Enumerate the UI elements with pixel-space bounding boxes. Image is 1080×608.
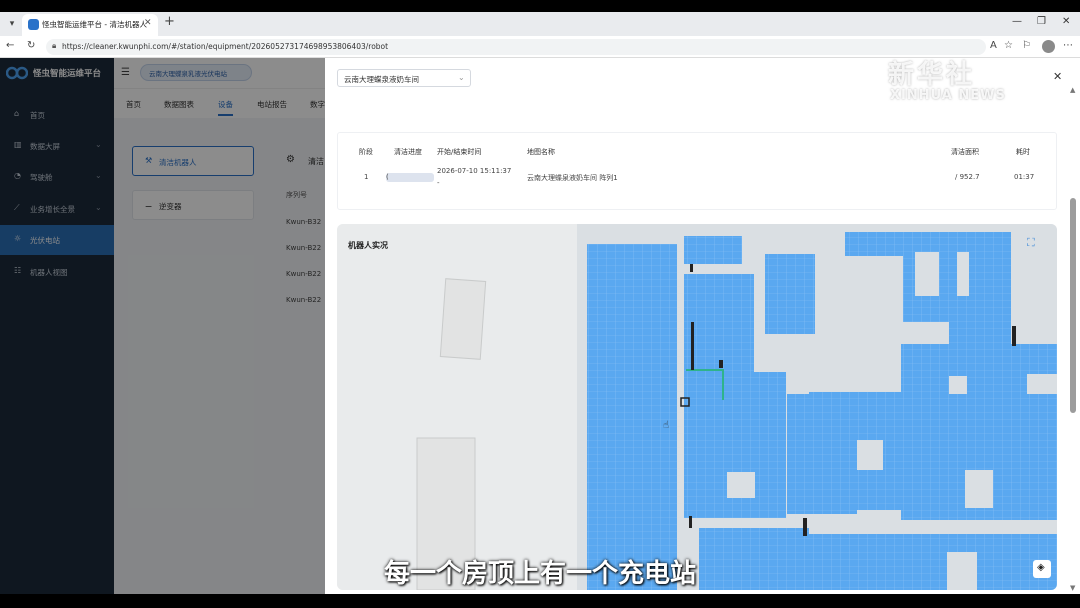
roof-gap: [857, 440, 883, 470]
solar-panel-map[interactable]: [337, 224, 1057, 590]
read-aloud-icon[interactable]: A: [990, 40, 997, 51]
workshop-select[interactable]: 云南大理蝶泉液奶车间 ⌄: [337, 69, 471, 87]
chevron-down-icon: ⌄: [458, 73, 465, 82]
app-window: ▾ 怪虫智能运维平台 - 清洁机器人 ✕ + — ❐ ✕ ← ↻ 🔒︎ http…: [0, 12, 1080, 594]
robot-detail-drawer: 云南大理蝶泉液奶车间 ⌄ ✕ 阶段 清洁进度 开始/结束时间 地图名称 清洁面积…: [325, 58, 1080, 594]
new-tab-plus-icon[interactable]: +: [164, 14, 175, 29]
charging-station-marker: [691, 322, 694, 370]
area-cell: / 952.7: [955, 173, 980, 181]
solar-array: [684, 274, 754, 372]
url-field[interactable]: 🔒︎ https://cleaner.kwunphi.com/#/station…: [46, 39, 986, 55]
column-header: 清洁进度: [394, 148, 422, 156]
charging-station-marker: [689, 516, 692, 528]
cleaning-task-table: 阶段 清洁进度 开始/结束时间 地图名称 清洁面积 耗时 1 ( 2026-07…: [337, 132, 1057, 210]
back-arrow-icon[interactable]: ←: [6, 40, 14, 51]
tab-close-icon[interactable]: ✕: [144, 18, 152, 28]
progress-prefix: (: [386, 173, 389, 181]
favorite-star-icon[interactable]: ☆: [1004, 40, 1013, 51]
roof-gap: [915, 252, 939, 296]
profile-avatar[interactable]: [1042, 40, 1055, 53]
charging-station-marker: [1012, 326, 1016, 346]
workshop-select-value: 云南大理蝶泉液奶车间: [344, 75, 419, 84]
start-time-cell: 2026-07-10 15:11:37: [437, 167, 512, 175]
charging-station-marker: [803, 518, 807, 536]
solar-array: [587, 244, 677, 590]
cleaning-progress-bar: [386, 173, 434, 182]
url-text: https://cleaner.kwunphi.com/#/station/eq…: [62, 42, 389, 51]
map-title: 机器人实况: [348, 241, 388, 250]
solar-array: [949, 320, 1011, 344]
more-menu-icon[interactable]: ⋯: [1063, 40, 1073, 51]
cleaning-progress-fill: [386, 173, 434, 182]
browser-tab-bar: ▾ 怪虫智能运维平台 - 清洁机器人 ✕ + — ❐ ✕: [0, 12, 1080, 36]
scroll-up-icon[interactable]: ▲: [1070, 86, 1075, 94]
tab-title: 怪虫智能运维平台 - 清洁机器人: [42, 20, 147, 29]
solar-array: [765, 254, 815, 334]
roof-gap: [957, 252, 969, 296]
lock-icon: 🔒︎: [52, 41, 57, 50]
site-favicon-icon: [28, 19, 39, 30]
window-close-icon[interactable]: ✕: [1062, 16, 1070, 27]
solar-array: [809, 392, 901, 510]
drawer-scrollbar[interactable]: [1070, 198, 1076, 413]
column-header: 耗时: [1016, 148, 1030, 156]
solar-array: [684, 236, 742, 264]
browser-tab[interactable]: 怪虫智能运维平台 - 清洁机器人 ✕: [22, 14, 158, 36]
watermark-cn: 新华社: [888, 60, 976, 90]
stage-cell: 1: [364, 173, 369, 181]
column-header: 阶段: [359, 148, 373, 156]
reload-icon[interactable]: ↻: [27, 40, 35, 51]
column-header: 开始/结束时间: [437, 148, 482, 156]
watermark-en: XINHUA NEWS: [890, 88, 1006, 103]
roof-walkway: [809, 520, 1057, 528]
robot-live-map[interactable]: 机器人实况 ⛶ ☝ ◈: [337, 224, 1057, 590]
column-header: 地图名称: [527, 148, 555, 156]
tab-list-chevron-icon[interactable]: ▾: [6, 18, 18, 30]
xinhua-watermark: 新华社 XINHUA NEWS: [888, 54, 1018, 110]
roof-gap: [1027, 374, 1057, 394]
video-subtitle: 每一个房顶上有一个充电站: [383, 559, 696, 589]
end-time-cell: -: [437, 179, 440, 187]
maximize-icon[interactable]: ❐: [1037, 16, 1046, 27]
roof-gap: [949, 376, 967, 394]
modal-backdrop[interactable]: [0, 58, 325, 594]
minimize-icon[interactable]: —: [1012, 16, 1022, 27]
fullscreen-icon[interactable]: ⛶: [1027, 236, 1035, 250]
duration-cell: 01:37: [1014, 173, 1035, 181]
map-name-cell: 云南大理蝶泉液奶车间 阵列1: [527, 174, 618, 182]
column-header: 清洁面积: [951, 148, 979, 156]
collections-icon[interactable]: ⚐: [1022, 40, 1031, 51]
drawer-close-icon[interactable]: ✕: [1053, 70, 1062, 83]
hand-cursor-icon: ☝: [663, 420, 670, 431]
roof-gap: [727, 472, 755, 498]
charging-station-marker: [690, 264, 693, 272]
roof-gap: [965, 470, 993, 508]
charging-station-marker: [719, 360, 723, 368]
building-block: [439, 278, 487, 360]
